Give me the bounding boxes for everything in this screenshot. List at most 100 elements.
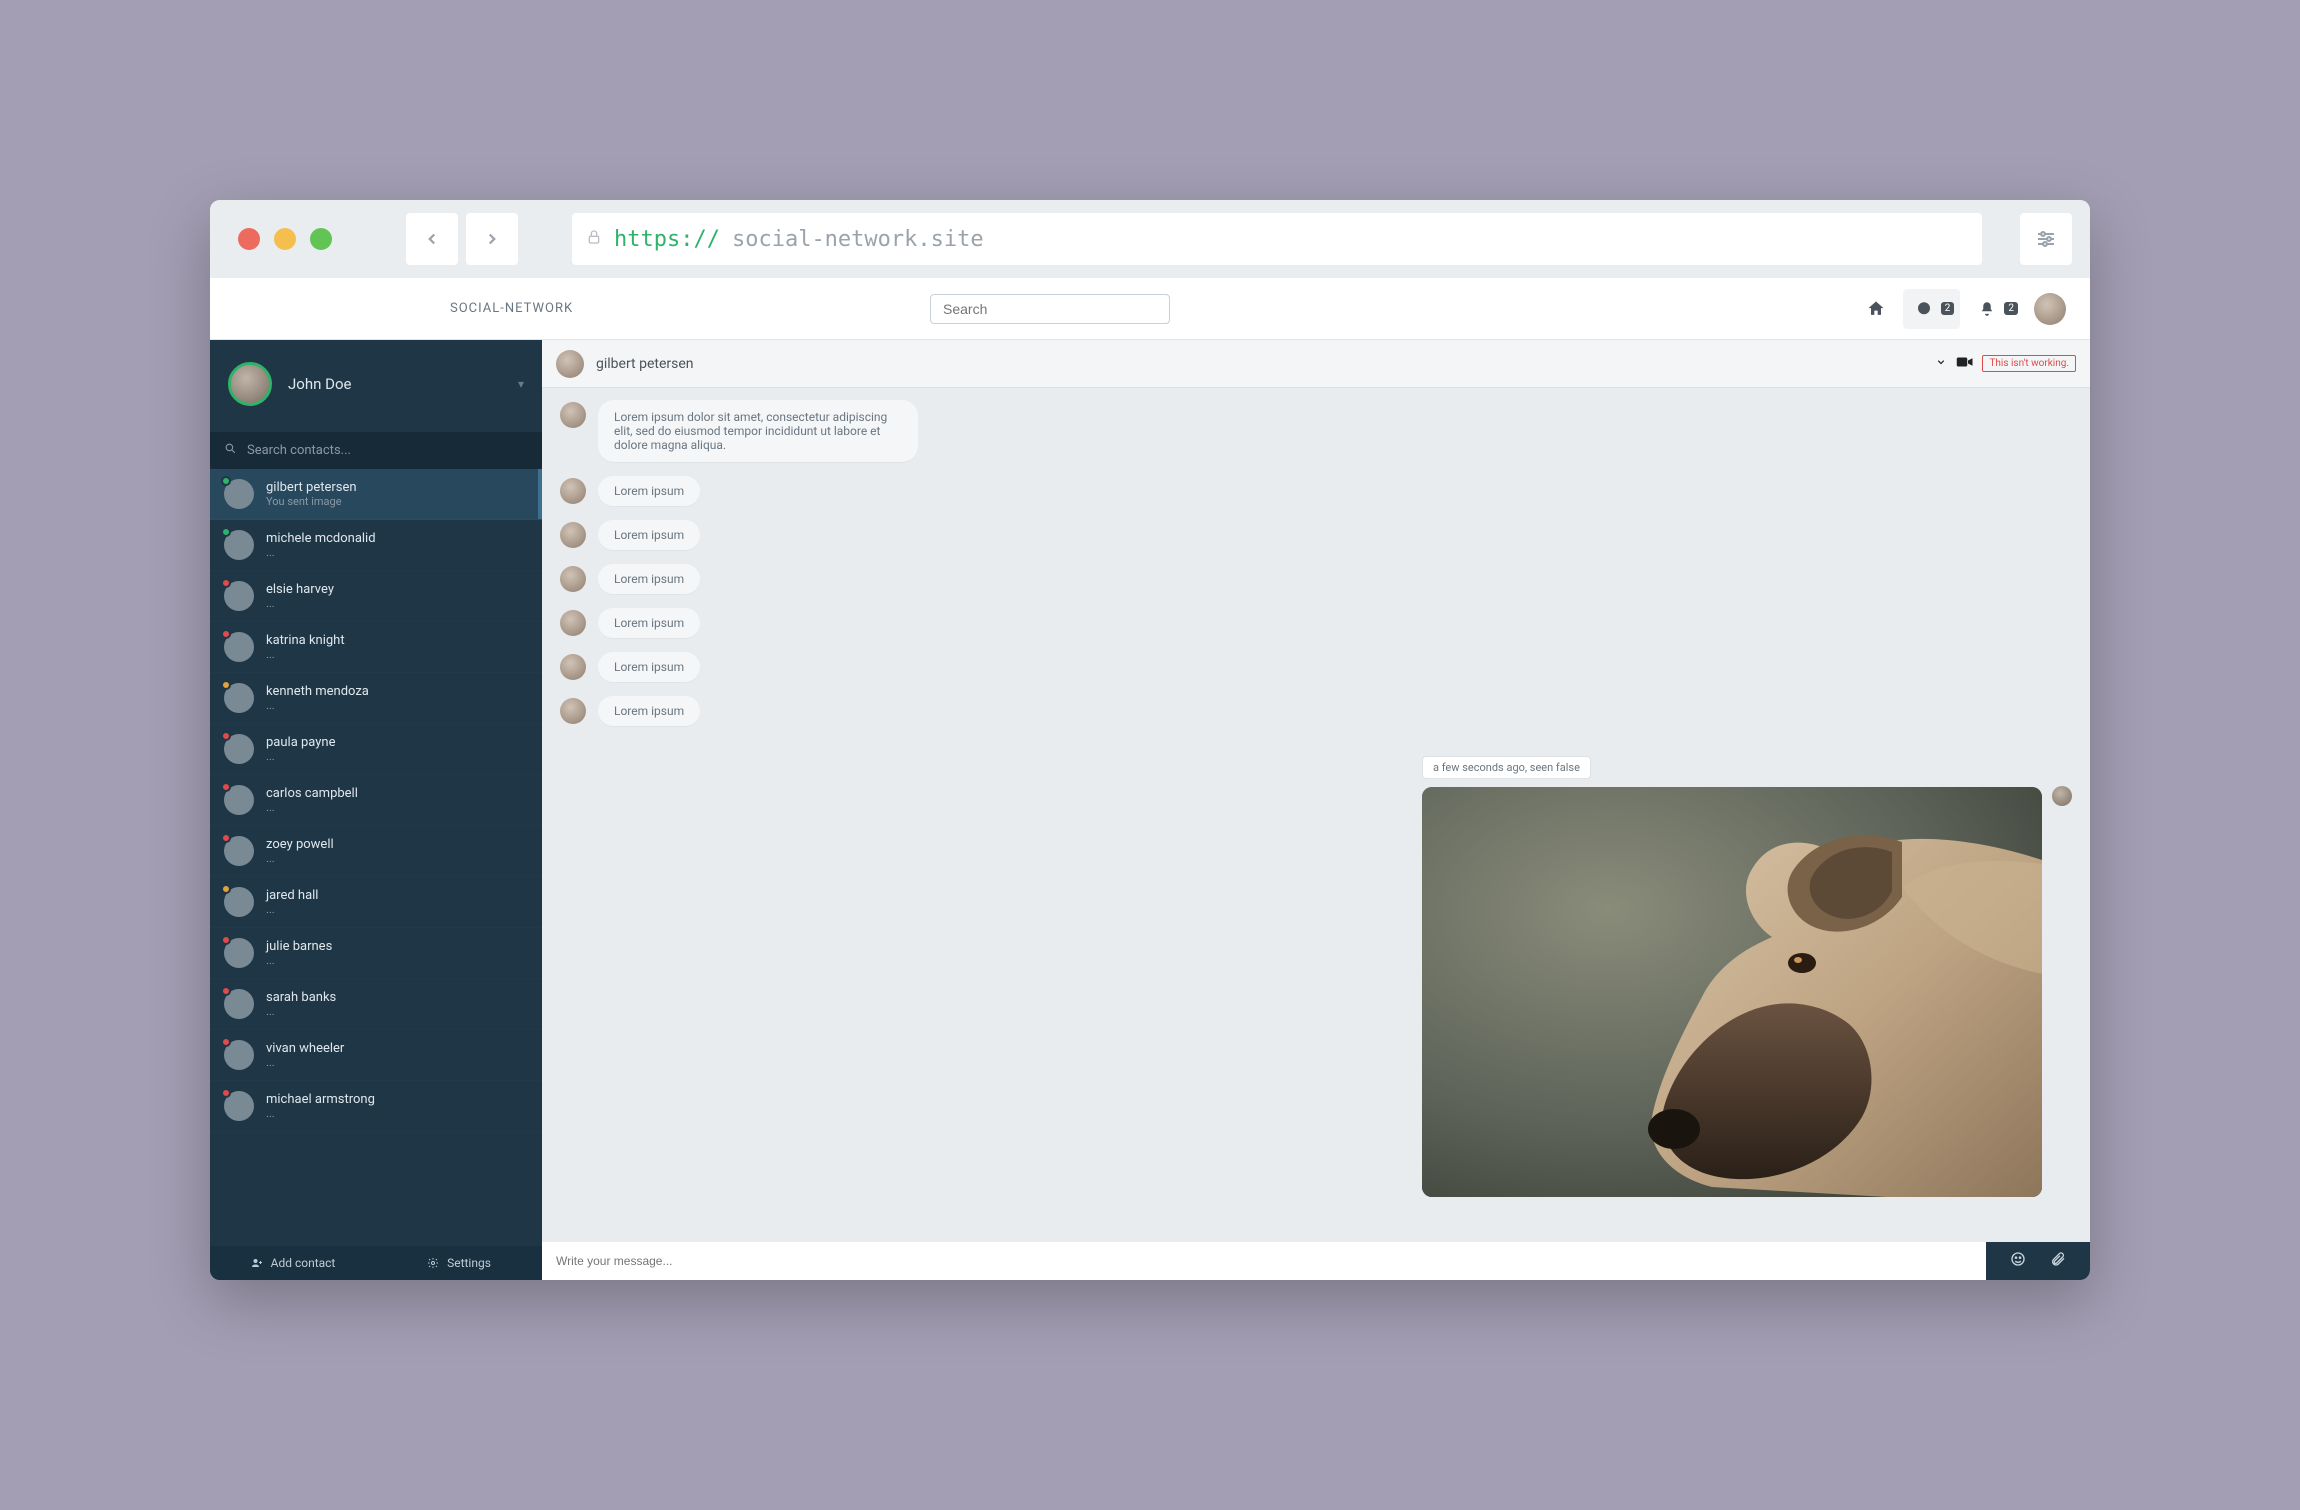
- outgoing-message: a few seconds ago, seen false: [1422, 756, 2072, 1197]
- app-body: John Doe ▾ Search contacts... gilbert pe…: [210, 340, 2090, 1280]
- contact-search[interactable]: Search contacts...: [210, 432, 542, 469]
- message-bubble: Lorem ipsum: [598, 476, 700, 506]
- attachment-icon[interactable]: [2050, 1251, 2066, 1271]
- contact-name: kenneth mendoza: [266, 684, 369, 700]
- window-minimize-icon[interactable]: [274, 228, 296, 250]
- settings-label: Settings: [447, 1256, 491, 1270]
- message-avatar: [560, 478, 586, 504]
- message-bubble: Lorem ipsum: [598, 564, 700, 594]
- status-dot: [221, 935, 231, 945]
- message-meta: a few seconds ago, seen false: [1422, 756, 1591, 779]
- sidebar: John Doe ▾ Search contacts... gilbert pe…: [210, 340, 542, 1280]
- contact-name: michele mcdonalid: [266, 531, 376, 547]
- status-dot: [221, 1037, 231, 1047]
- contact-item[interactable]: michele mcdonalid...: [210, 520, 542, 571]
- bell-icon[interactable]: [1972, 294, 2002, 324]
- avatar[interactable]: [2034, 293, 2066, 325]
- traffic-lights: [238, 228, 332, 250]
- contact-item[interactable]: michael armstrong...: [210, 1081, 542, 1132]
- forward-button[interactable]: [466, 213, 518, 265]
- message-avatar: [560, 402, 586, 428]
- topbar-right: 2 2: [1855, 289, 2090, 329]
- contact-name: zoey powell: [266, 837, 334, 853]
- window-maximize-icon[interactable]: [310, 228, 332, 250]
- contact-subtext: ...: [266, 852, 334, 865]
- incoming-message: Lorem ipsum: [560, 608, 2072, 638]
- message-avatar: [560, 654, 586, 680]
- chevron-down-icon[interactable]: ▾: [518, 377, 524, 391]
- url-bar[interactable]: https://social-network.site: [572, 213, 1982, 265]
- contact-name: sarah banks: [266, 990, 336, 1006]
- contact-item[interactable]: jared hall...: [210, 877, 542, 928]
- message-bubble: Lorem ipsum: [598, 696, 700, 726]
- contact-subtext: ...: [266, 801, 358, 814]
- profile-name: John Doe: [288, 375, 351, 393]
- status-dot: [221, 1088, 231, 1098]
- status-dot: [221, 731, 231, 741]
- contact-subtext: ...: [266, 903, 318, 916]
- composer-actions: [1986, 1242, 2090, 1280]
- add-contact-button[interactable]: Add contact: [210, 1246, 376, 1280]
- contact-name: vivan wheeler: [266, 1041, 344, 1057]
- contact-subtext: ...: [266, 546, 376, 559]
- browser-settings-button[interactable]: [2020, 213, 2072, 265]
- sidebar-profile[interactable]: John Doe ▾: [210, 340, 542, 432]
- brand[interactable]: SOCIAL-NETWORK: [450, 301, 670, 316]
- message-input[interactable]: [556, 1254, 1972, 1268]
- incoming-message: Lorem ipsum: [560, 520, 2072, 550]
- contact-item[interactable]: paula payne...: [210, 724, 542, 775]
- contact-item[interactable]: carlos campbell...: [210, 775, 542, 826]
- contact-name: jared hall: [266, 888, 318, 904]
- status-dot: [221, 476, 231, 486]
- messenger-badge: 2: [1941, 302, 1955, 315]
- composer: [542, 1242, 1986, 1280]
- contact-subtext: ...: [266, 1005, 336, 1018]
- back-button[interactable]: [406, 213, 458, 265]
- contact-subtext: ...: [266, 954, 332, 967]
- notification-badge: 2: [2004, 302, 2018, 315]
- contact-item[interactable]: katrina knight...: [210, 622, 542, 673]
- contact-name: paula payne: [266, 735, 336, 751]
- incoming-message: Lorem ipsum: [560, 564, 2072, 594]
- contact-item[interactable]: kenneth mendoza...: [210, 673, 542, 724]
- message-bubble: Lorem ipsum: [598, 652, 700, 682]
- contact-item[interactable]: gilbert petersenYou sent image: [210, 469, 542, 520]
- status-dot: [221, 629, 231, 639]
- error-tag: This isn't working.: [1982, 355, 2076, 372]
- incoming-message: Lorem ipsum dolor sit amet, consectetur …: [560, 400, 2072, 462]
- contact-name: katrina knight: [266, 633, 345, 649]
- video-icon[interactable]: [1956, 355, 1974, 373]
- message-avatar: [560, 610, 586, 636]
- contact-item[interactable]: sarah banks...: [210, 979, 542, 1030]
- search-input[interactable]: [930, 294, 1170, 324]
- lock-icon: [586, 229, 602, 250]
- contact-item[interactable]: julie barnes...: [210, 928, 542, 979]
- window-close-icon[interactable]: [238, 228, 260, 250]
- contact-subtext: ...: [266, 1107, 375, 1120]
- incoming-message: Lorem ipsum: [560, 476, 2072, 506]
- contact-name: michael armstrong: [266, 1092, 375, 1108]
- contact-list[interactable]: gilbert petersenYou sent imagemichele mc…: [210, 469, 542, 1246]
- contact-subtext: ...: [266, 1056, 344, 1069]
- contact-item[interactable]: vivan wheeler...: [210, 1030, 542, 1081]
- add-contact-label: Add contact: [271, 1256, 336, 1270]
- contact-name: julie barnes: [266, 939, 332, 955]
- chat-header: gilbert petersen This isn't working.: [542, 340, 2090, 388]
- image-message[interactable]: [1422, 787, 2042, 1197]
- contact-item[interactable]: elsie harvey...: [210, 571, 542, 622]
- browser-frame: https://social-network.site SOCIAL-NETWO…: [210, 200, 2090, 1280]
- contact-subtext: ...: [266, 750, 336, 763]
- home-icon[interactable]: [1861, 294, 1891, 324]
- settings-button[interactable]: Settings: [376, 1246, 542, 1280]
- contact-item[interactable]: zoey powell...: [210, 826, 542, 877]
- message-bubble: Lorem ipsum: [598, 520, 700, 550]
- messenger-icon[interactable]: [1909, 294, 1939, 324]
- download-icon[interactable]: [1934, 355, 1948, 373]
- browser-chrome: https://social-network.site: [210, 200, 2090, 278]
- contact-search-placeholder: Search contacts...: [247, 443, 351, 458]
- contact-name: elsie harvey: [266, 582, 334, 598]
- messages-area[interactable]: Lorem ipsum dolor sit amet, consectetur …: [542, 388, 2090, 1242]
- contact-name: carlos campbell: [266, 786, 358, 802]
- emoji-icon[interactable]: [2010, 1251, 2026, 1271]
- contact-name: gilbert petersen: [266, 480, 357, 496]
